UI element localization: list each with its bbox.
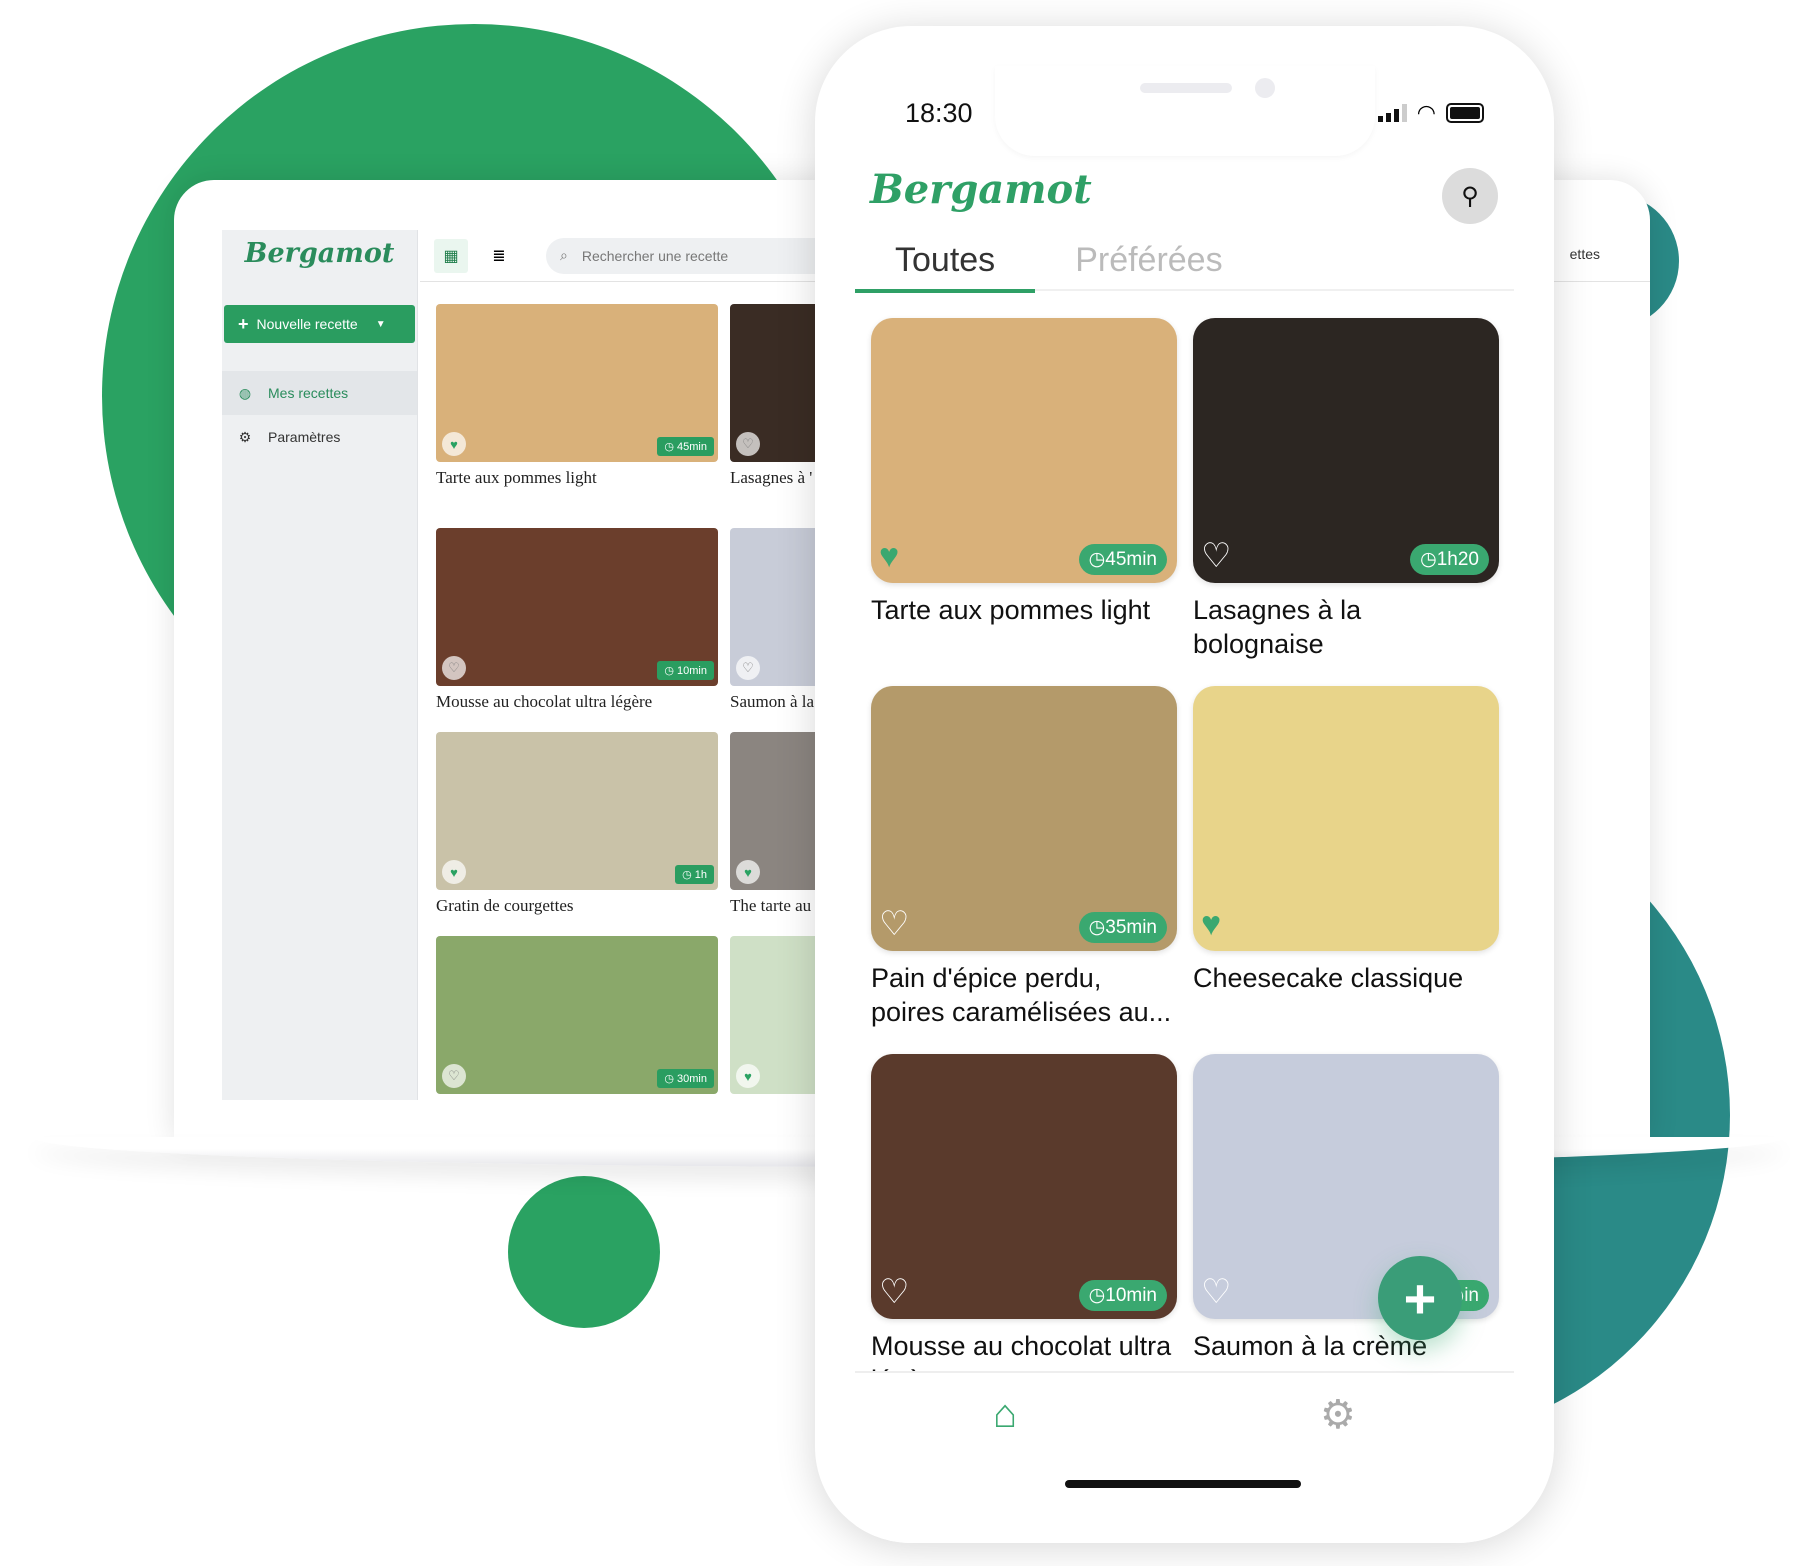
tab-bar-divider [855, 1371, 1514, 1373]
recipe-card[interactable]: ♥ ◷45min Tarte aux pommes light [871, 318, 1177, 627]
recipe-card[interactable]: ♥ ◷ 45min Tarte aux pommes light [436, 304, 718, 488]
heart-icon[interactable]: ♥ [442, 860, 466, 884]
time-badge: ◷45min [1078, 544, 1167, 575]
recipe-image[interactable]: ♡ ◷ 30min [436, 936, 718, 1094]
recipe-card[interactable]: ♥ Cheesecake classique [1193, 686, 1499, 995]
heart-icon[interactable]: ♥ [879, 539, 899, 573]
tab-preferees[interactable]: Préférées [1035, 241, 1262, 291]
heart-icon[interactable]: ♥ [736, 1064, 760, 1088]
decorative-circle-green-small [508, 1176, 660, 1328]
recipe-title[interactable]: Cheesecake classique [1193, 961, 1499, 995]
grid-view-button[interactable]: ▦ [434, 238, 468, 273]
plus-icon: + [238, 313, 249, 334]
heart-icon[interactable]: ♥ [1201, 907, 1221, 941]
chevron-down-icon: ▼ [375, 318, 386, 330]
time-badge: ◷ 10min [657, 661, 714, 680]
time-badge: ◷ 1h [675, 865, 714, 884]
list-icon: ≣ [492, 247, 506, 265]
phone: 18:30 ◠ Bergamot ⚲ Toutes Préférées ♥ ◷45… [815, 26, 1554, 1543]
speaker [1140, 83, 1232, 93]
gear-icon: ⚙ [238, 428, 252, 445]
header-right-label[interactable]: ettes [1570, 246, 1600, 262]
search-placeholder: Rechercher une recette [581, 247, 729, 264]
home-icon[interactable]: ⌂ [993, 1392, 1017, 1437]
heart-icon[interactable]: ♡ [879, 1275, 909, 1309]
search-icon: ⚲ [1461, 182, 1479, 210]
new-recipe-button[interactable]: + Nouvelle recette ▼ [224, 305, 415, 343]
logo: Bergamot [244, 238, 395, 269]
camera [1255, 78, 1275, 98]
time-badge: ◷1h20 [1410, 544, 1489, 575]
status-time: 18:30 [905, 98, 973, 128]
recipe-card[interactable]: ♡◷10minMousse au chocolat ultra légère [871, 1054, 1177, 1397]
list-view-button[interactable]: ≣ [482, 239, 516, 273]
battery-icon [1446, 103, 1484, 123]
time-badge: ◷10min [1078, 1280, 1167, 1311]
recipe-title[interactable]: Tarte aux pommes light [871, 593, 1177, 627]
recipe-title[interactable]: Saumon à la crème [1193, 1329, 1499, 1363]
status-icons: ◠ [1377, 100, 1484, 126]
new-recipe-label: Nouvelle recette [256, 316, 358, 332]
time-badge: ◷ 45min [657, 437, 714, 456]
grid-icon: ▦ [443, 247, 459, 265]
heart-icon[interactable]: ♥ [442, 432, 466, 456]
heart-icon[interactable]: ♡ [879, 907, 909, 941]
tab-bar-background [855, 1371, 1514, 1543]
recipe-image[interactable]: ♥ ◷ 45min [436, 304, 718, 462]
sidebar-item-label: Mes recettes [268, 385, 349, 401]
gear-icon[interactable]: ⚙ [1320, 1392, 1356, 1438]
signal-icon [1377, 104, 1407, 122]
heart-icon[interactable]: ♡ [442, 1064, 466, 1088]
recipe-card[interactable]: ♡ ◷ 30min [436, 936, 718, 1100]
recipe-image[interactable]: ♥ [1193, 686, 1499, 951]
time-badge: ◷ 30min [657, 1069, 714, 1088]
time-badge: ◷35min [1078, 912, 1167, 943]
recipe-card[interactable]: ♡ ◷ 10min Mousse au chocolat ultra légère [436, 528, 718, 712]
recipe-card[interactable]: ♡ ◷35min Pain d'épice perdu, poires caramé… [871, 686, 1177, 1029]
recipe-image[interactable]: ♥ ◷45min [871, 318, 1177, 583]
heart-icon[interactable]: ♡ [1201, 539, 1231, 573]
sidebar-item-label: Paramètres [268, 429, 341, 445]
add-recipe-button[interactable]: + [1378, 1256, 1462, 1340]
heart-icon[interactable]: ♡ [442, 656, 466, 680]
search-icon: ⌕ [560, 247, 568, 263]
sidebar-item-mes-recettes[interactable]: ◍ Mes recettes [222, 371, 417, 415]
recipe-title[interactable]: Mousse au chocolat ultra légère [436, 692, 718, 712]
search-button[interactable]: ⚲ [1442, 168, 1498, 224]
tabs: Toutes Préférées [855, 241, 1514, 293]
recipe-image[interactable]: ♡ ◷ 10min [436, 528, 718, 686]
heart-icon[interactable]: ♥ [736, 860, 760, 884]
heart-icon[interactable]: ♡ [1201, 1275, 1231, 1309]
leaf-icon: ◍ [238, 384, 252, 401]
recipe-title[interactable]: Pain d'épice perdu, poires caramélisées … [871, 961, 1177, 1029]
recipe-image[interactable]: ♡ ◷35min [871, 686, 1177, 951]
tab-toutes[interactable]: Toutes [855, 241, 1036, 293]
recipe-card[interactable]: ♡ ◷1h20 Lasagnes à la bolognaise [1193, 318, 1499, 661]
recipe-title[interactable]: Lasagnes à la bolognaise [1193, 593, 1499, 661]
heart-icon[interactable]: ♡ [736, 656, 760, 680]
heart-icon[interactable]: ♡ [736, 432, 760, 456]
sidebar-item-parametres[interactable]: ⚙ Paramètres [222, 415, 417, 459]
recipe-card[interactable]: ♥ ◷ 1h Gratin de courgettes [436, 732, 718, 916]
recipe-title[interactable]: Tarte aux pommes light [436, 468, 718, 488]
recipe-image[interactable]: ♡ ◷1h20 [1193, 318, 1499, 583]
wifi-icon: ◠ [1416, 100, 1436, 125]
recipe-image[interactable]: ♥ ◷ 1h [436, 732, 718, 890]
recipe-title[interactable]: Gratin de courgettes [436, 896, 718, 916]
recipe-image[interactable]: ♡ ◷10min [871, 1054, 1177, 1319]
logo: Bergamot [870, 166, 1092, 213]
notch [995, 66, 1375, 156]
sidebar: Bergamot + Nouvelle recette ▼ ◍ Mes rece… [222, 230, 418, 1100]
home-indicator [1065, 1480, 1301, 1488]
